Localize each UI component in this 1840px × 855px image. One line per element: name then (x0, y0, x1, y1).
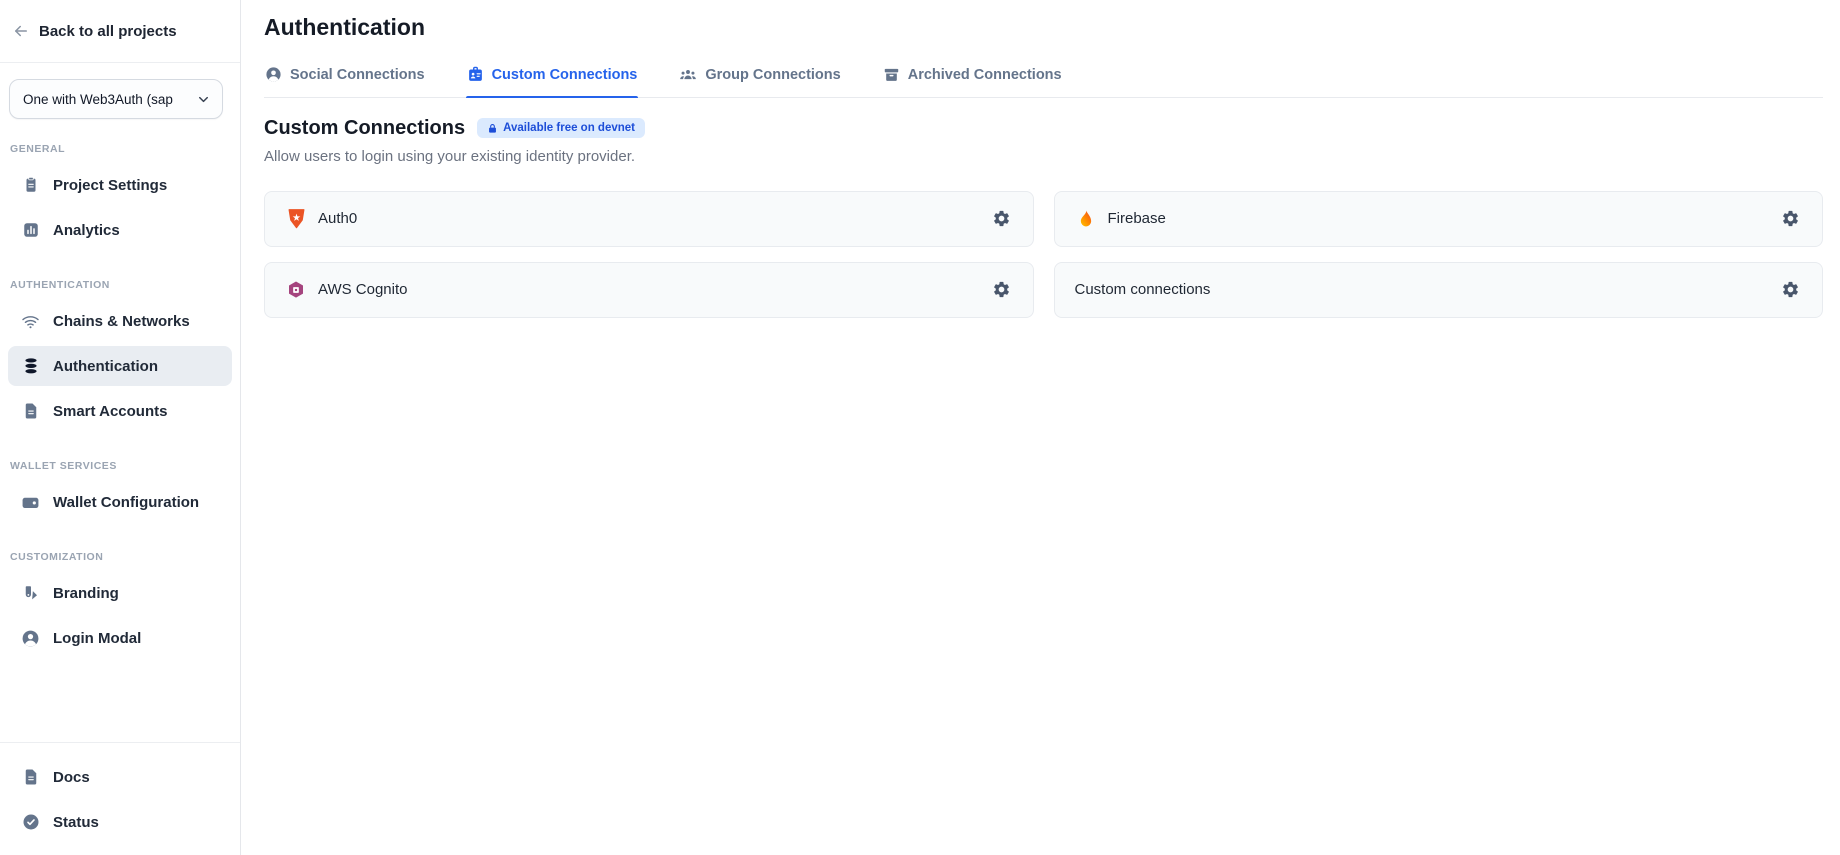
connection-card-firebase[interactable]: Firebase (1054, 191, 1824, 247)
app-window: Back to all projects One with Web3Auth (… (0, 0, 1840, 855)
lock-icon (487, 123, 498, 134)
tab-social-connections[interactable]: Social Connections (264, 64, 426, 97)
id-badge-icon (467, 66, 484, 83)
connection-card-aws-cognito[interactable]: AWS Cognito (264, 262, 1034, 318)
main-content: Authentication Social Connections Custom… (241, 0, 1840, 855)
brush-icon (21, 584, 40, 602)
tab-custom-connections[interactable]: Custom Connections (466, 64, 639, 97)
sidebar-item-chains-networks[interactable]: Chains & Networks (8, 301, 232, 341)
sidebar-item-label: Analytics (53, 222, 120, 239)
page-title: Authentication (264, 13, 1823, 43)
sidebar: Back to all projects One with Web3Auth (… (0, 0, 241, 855)
sidebar-footer: Docs Status (0, 742, 240, 855)
tab-bar: Social Connections Custom Connections Gr… (264, 64, 1823, 98)
sidebar-item-status[interactable]: Status (8, 802, 232, 842)
custom-connections-settings-gear-icon[interactable] (1777, 276, 1804, 303)
connection-card-custom[interactable]: Custom connections (1054, 262, 1824, 318)
firebase-icon (1075, 209, 1097, 229)
user-circle-icon (265, 66, 282, 83)
section-title: Custom Connections (264, 117, 465, 140)
section-description: Allow users to login using your existing… (264, 148, 1823, 165)
analytics-icon (21, 221, 40, 239)
sidebar-item-wallet-configuration[interactable]: Wallet Configuration (8, 482, 232, 522)
auth0-icon (285, 208, 307, 229)
sidebar-item-label: Authentication (53, 358, 158, 375)
sidebar-footer-divider (0, 742, 240, 743)
tab-label: Custom Connections (492, 67, 638, 83)
aws-cognito-settings-gear-icon[interactable] (988, 276, 1015, 303)
connection-label: Custom connections (1075, 281, 1211, 298)
status-check-icon (21, 813, 40, 831)
section-header: Custom Connections Available free on dev… (264, 117, 1823, 140)
wifi-icon (21, 312, 40, 331)
sidebar-item-authentication[interactable]: Authentication (8, 346, 232, 386)
sidebar-section-authentication: AUTHENTICATION (0, 279, 240, 291)
user-circle-icon (21, 629, 40, 648)
connections-grid: Auth0 Firebase AWS Cognito (264, 191, 1823, 318)
back-to-projects-link[interactable]: Back to all projects (0, 0, 240, 63)
sidebar-item-smart-accounts[interactable]: Smart Accounts (8, 391, 232, 431)
sidebar-section-customization: CUSTOMIZATION (0, 551, 240, 563)
sidebar-item-project-settings[interactable]: Project Settings (8, 165, 232, 205)
project-selector[interactable]: One with Web3Auth (sap (9, 79, 223, 119)
sidebar-item-label: Login Modal (53, 630, 141, 647)
tab-archived-connections[interactable]: Archived Connections (882, 64, 1063, 97)
archive-icon (883, 66, 900, 83)
sidebar-section-wallet-services: WALLET SERVICES (0, 460, 240, 472)
database-icon (21, 357, 40, 375)
sidebar-item-label: Docs (53, 769, 90, 786)
tab-label: Social Connections (290, 67, 425, 83)
devnet-badge-label: Available free on devnet (503, 122, 635, 134)
sidebar-item-docs[interactable]: Docs (8, 757, 232, 797)
sidebar-item-label: Chains & Networks (53, 313, 190, 330)
sidebar-item-branding[interactable]: Branding (8, 573, 232, 613)
group-icon (679, 66, 697, 84)
back-label: Back to all projects (39, 23, 177, 40)
sidebar-item-label: Project Settings (53, 177, 167, 194)
sidebar-item-analytics[interactable]: Analytics (8, 210, 232, 250)
document-icon (21, 402, 40, 420)
back-arrow-icon (12, 22, 30, 40)
connection-card-auth0[interactable]: Auth0 (264, 191, 1034, 247)
connection-label: AWS Cognito (318, 281, 407, 298)
auth0-settings-gear-icon[interactable] (988, 205, 1015, 232)
aws-cognito-icon (285, 280, 307, 300)
tab-label: Archived Connections (908, 67, 1062, 83)
wallet-icon (21, 493, 40, 512)
clipboard-icon (21, 176, 40, 194)
firebase-settings-gear-icon[interactable] (1777, 205, 1804, 232)
chevron-down-icon (196, 92, 211, 107)
sidebar-section-general: GENERAL (0, 143, 240, 155)
connection-label: Auth0 (318, 210, 357, 227)
devnet-badge: Available free on devnet (477, 118, 645, 138)
project-selector-value: One with Web3Auth (sap (23, 92, 190, 107)
sidebar-item-label: Status (53, 814, 99, 831)
sidebar-item-login-modal[interactable]: Login Modal (8, 618, 232, 658)
connection-label: Firebase (1108, 210, 1166, 227)
sidebar-item-label: Branding (53, 585, 119, 602)
tab-group-connections[interactable]: Group Connections (678, 64, 841, 97)
sidebar-item-label: Wallet Configuration (53, 494, 199, 511)
tab-label: Group Connections (705, 67, 840, 83)
docs-icon (21, 768, 40, 786)
sidebar-item-label: Smart Accounts (53, 403, 167, 420)
